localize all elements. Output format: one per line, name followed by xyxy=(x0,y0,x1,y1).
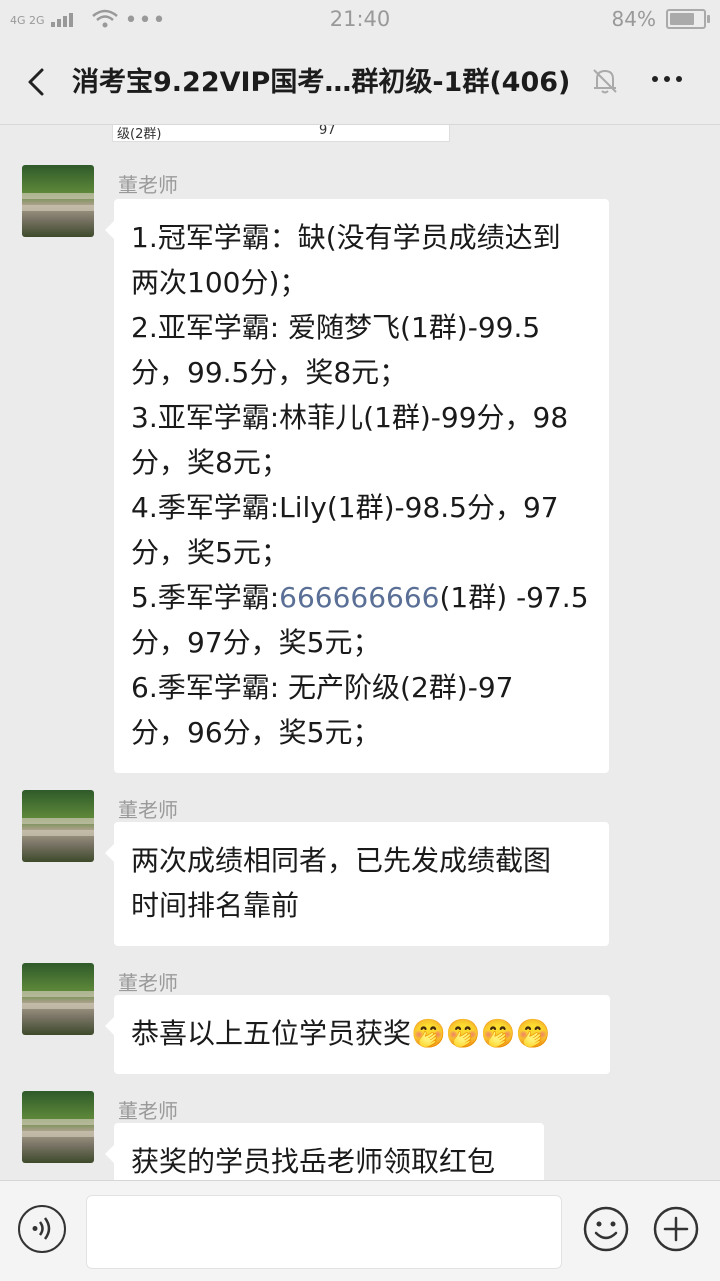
message-line: 6.季军学霸: 无产阶级(2群)-97 xyxy=(131,671,514,704)
chat-title: 消考宝9.22VIP国考…群初级-1群(406) xyxy=(72,67,571,98)
message-line: 分，99.5分，奖8元； xyxy=(131,356,408,389)
sender-name: 董老师 xyxy=(118,173,178,197)
avatar[interactable] xyxy=(22,165,94,237)
sender-name: 董老师 xyxy=(118,1099,178,1123)
emoji-sequence: 🤭🤭🤭🤭 xyxy=(411,1017,551,1050)
message-line: 获奖的学员找岳老师领取红包 xyxy=(131,1145,496,1178)
more-dots-icon[interactable] xyxy=(650,64,684,100)
chat-header: 消考宝9.22VIP国考…群初级-1群(406) xyxy=(0,38,720,125)
message-line: 分，96分，奖5元； xyxy=(131,716,381,749)
message-line: 两次成绩相同者，已先发成绩截图 xyxy=(131,844,552,877)
message-line: 5.季军学霸:666666666(1群) -97.5 xyxy=(131,575,591,620)
message-line: 1.冠军学霸：缺(没有学员成绩达到 xyxy=(131,221,561,254)
input-bar xyxy=(0,1180,720,1281)
message-line: 时间排名靠前 xyxy=(131,889,300,922)
message-input[interactable] xyxy=(86,1195,562,1269)
line-prefix: 5.季军学霸: xyxy=(131,581,280,614)
message-bubble[interactable]: 获奖的学员找岳老师领取红包 xyxy=(105,1123,544,1180)
message-bubble[interactable]: 两次成绩相同者，已先发成绩截图 时间排名靠前 xyxy=(105,822,609,946)
message-line: 分，奖8元； xyxy=(131,446,289,479)
message-line: 2.亚军学霸: 爱随梦飞(1群)-99.5 xyxy=(131,311,541,344)
back-arrow-icon[interactable] xyxy=(18,62,58,102)
avatar[interactable] xyxy=(22,963,94,1035)
battery-fill xyxy=(670,13,694,25)
message-line: 4.季军学霸:Lily(1群)-98.5分，97 xyxy=(131,491,559,524)
sender-name: 董老师 xyxy=(118,971,178,995)
message-bubble[interactable]: 恭喜以上五位学员获奖🤭🤭🤭🤭 xyxy=(105,995,610,1074)
phone-number-link[interactable]: 666666666 xyxy=(279,581,439,614)
line-suffix: (1群) -97.5 xyxy=(439,581,589,614)
message-text: 恭喜以上五位学员获奖 xyxy=(131,1017,412,1050)
chat-area[interactable]: 级(2群) 97 董老师 1.冠军学霸：缺(没有学员成绩达到 两次100分)； … xyxy=(0,125,720,1180)
avatar[interactable] xyxy=(22,1091,94,1163)
battery-icon xyxy=(666,9,710,29)
battery-percent: 84% xyxy=(611,7,656,31)
plus-icon[interactable] xyxy=(652,1205,700,1253)
battery-indicator: 84% xyxy=(611,7,710,31)
emoji-icon[interactable] xyxy=(582,1205,630,1253)
message-line: 两次100分)； xyxy=(131,266,308,299)
sender-name: 董老师 xyxy=(118,798,178,822)
clipped-image-left-text: 级(2群) xyxy=(117,127,162,142)
clipped-image-right-text: 97 xyxy=(319,125,336,138)
message-line: 分，97分，奖5元； xyxy=(131,626,381,659)
avatar[interactable] xyxy=(22,790,94,862)
voice-icon[interactable] xyxy=(18,1205,66,1253)
mute-bell-icon xyxy=(593,69,617,94)
message-line: 恭喜以上五位学员获奖🤭🤭🤭🤭 xyxy=(131,1011,592,1056)
clipped-image-message[interactable]: 级(2群) 97 xyxy=(112,125,450,142)
message-line: 3.亚军学霸:林菲儿(1群)-99分，98 xyxy=(131,401,569,434)
message-bubble[interactable]: 1.冠军学霸：缺(没有学员成绩达到 两次100分)； 2.亚军学霸: 爱随梦飞(… xyxy=(105,199,609,773)
message-line: 分，奖5元； xyxy=(131,536,289,569)
status-bar: 4G 2G ••• 21:40 84% xyxy=(0,0,720,38)
